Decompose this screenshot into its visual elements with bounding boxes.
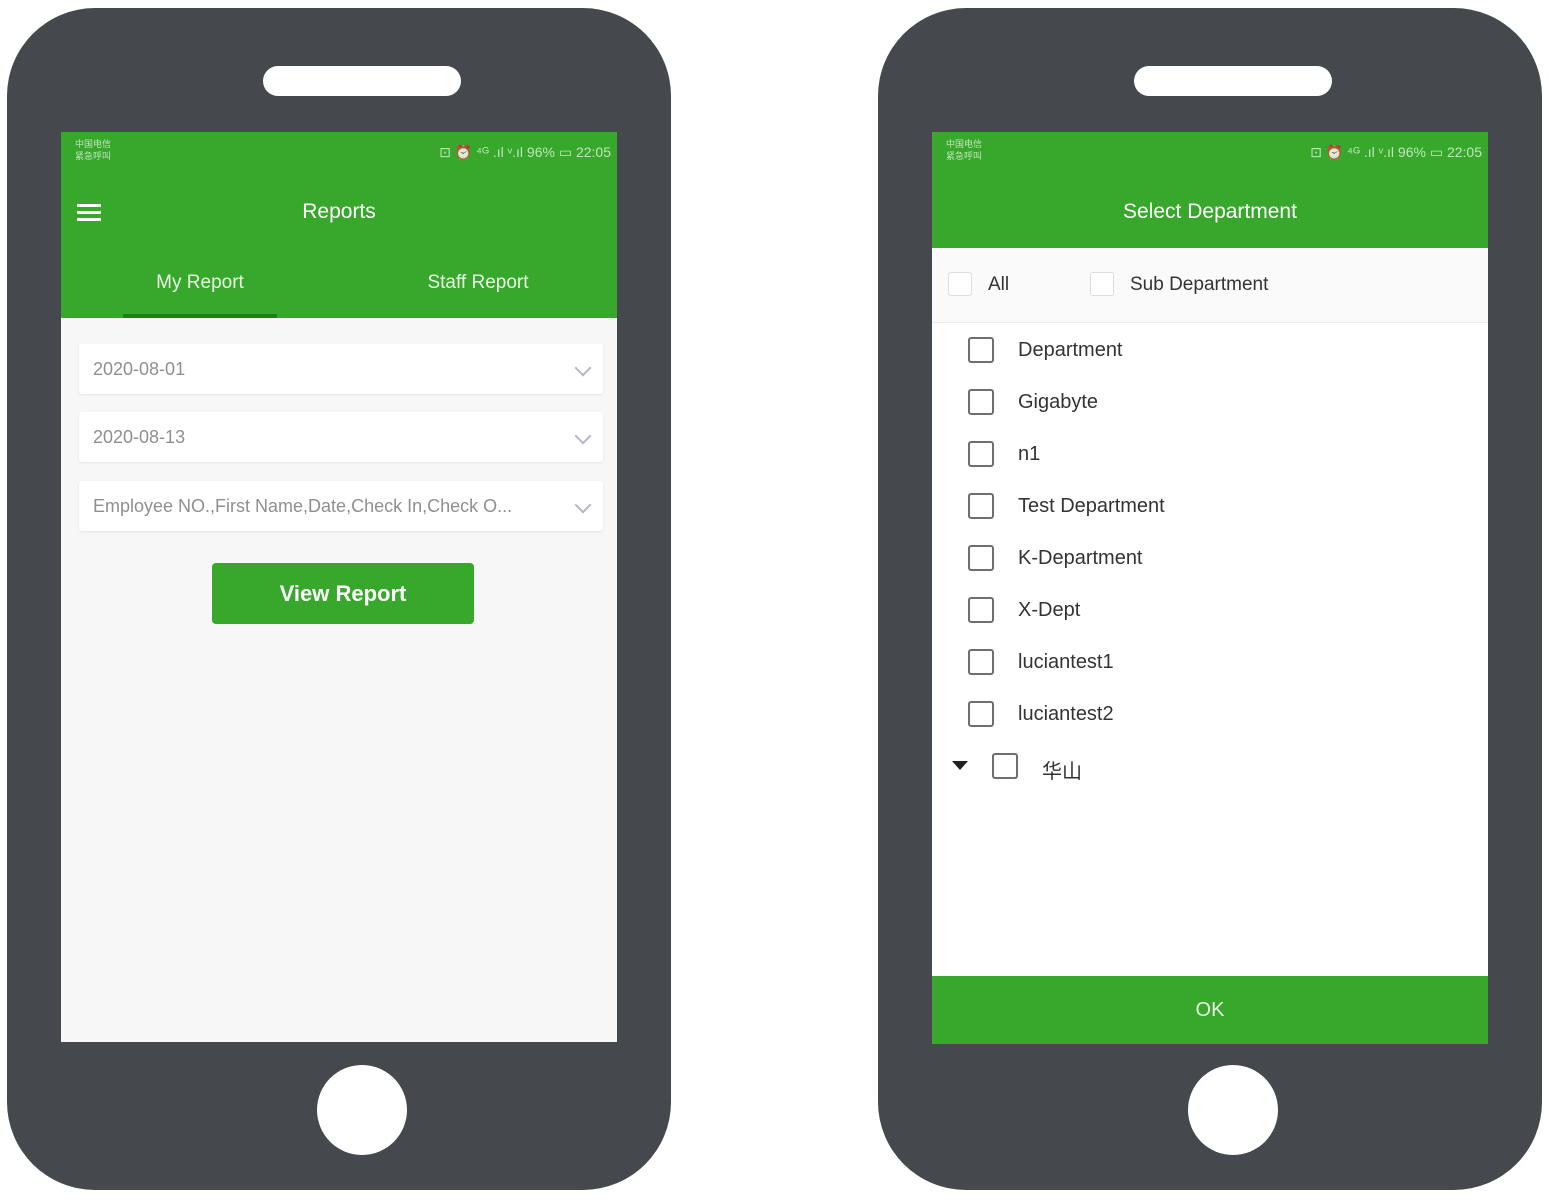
carrier-line2: 紧急呼叫 [75,151,112,161]
carrier-line1: 中国电信 [946,139,983,149]
ok-button[interactable]: OK [932,976,1488,1044]
department-label: luciantest2 [1018,703,1114,725]
status-bar: 中国电信 紧急呼叫 ⊡ ⏰ ⁴ᴳ .ıl ᵛ.ıl 96% ▭ 22:05 [932,132,1488,178]
app-bar: Select Department [932,178,1488,248]
chevron-down-icon [574,427,592,445]
speaker-slot [1134,66,1332,96]
page-title: Select Department [1123,200,1297,223]
chevron-down-icon [574,496,592,514]
checkbox[interactable] [968,545,994,571]
department-label: Test Department [1018,495,1165,517]
home-button[interactable] [1188,1065,1278,1155]
all-checkbox[interactable] [948,272,972,296]
report-tabs: My Report Staff Report [61,248,617,318]
checkbox[interactable] [968,337,994,363]
start-date-select[interactable]: 2020-08-01 [79,344,603,394]
list-item[interactable]: 华山 [932,748,1232,788]
app-bar: Reports [61,178,617,248]
checkbox[interactable] [968,441,994,467]
speaker-slot [263,66,461,96]
columns-select[interactable]: Employee NO.,First Name,Date,Check In,Ch… [79,481,603,531]
department-label: K-Department [1018,547,1143,569]
department-label: 华山 [1042,761,1082,783]
select-department-screen: 中国电信 紧急呼叫 ⊡ ⏰ ⁴ᴳ .ıl ᵛ.ıl 96% ▭ 22:05 Se… [932,132,1488,1044]
end-date-value: 2020-08-13 [93,427,186,447]
department-label: n1 [1018,443,1041,465]
sub-department-label: Sub Department [1130,274,1269,295]
checkbox[interactable] [968,701,994,727]
department-label: X-Dept [1018,599,1081,621]
carrier-info: 中国电信 紧急呼叫 [946,138,982,162]
chevron-down-icon [574,359,592,377]
home-button[interactable] [317,1065,407,1155]
checkbox[interactable] [968,493,994,519]
sub-department-checkbox[interactable] [1090,272,1114,296]
phone-frame-left: 中国电信 紧急呼叫 ⊡ ⏰ ⁴ᴳ .ıl ᵛ.ıl 96% ▭ 22:05 Re… [7,8,671,1190]
checkbox[interactable] [968,597,994,623]
carrier-line1: 中国电信 [75,139,112,149]
department-label: Department [1018,339,1123,361]
department-label: Gigabyte [1018,391,1099,413]
checkbox[interactable] [992,753,1018,779]
phone-frame-right: 中国电信 紧急呼叫 ⊡ ⏰ ⁴ᴳ .ıl ᵛ.ıl 96% ▭ 22:05 Se… [878,8,1542,1190]
tab-my-report[interactable]: My Report [61,248,339,318]
columns-value: Employee NO.,First Name,Date,Check In,Ch… [93,496,513,516]
checkbox[interactable] [968,389,994,415]
tab-staff-report[interactable]: Staff Report [339,248,617,318]
status-icons: ⊡ ⏰ ⁴ᴳ .ıl ᵛ.ıl 96% ▭ 22:05 [1310,144,1482,160]
status-icons: ⊡ ⏰ ⁴ᴳ .ıl ᵛ.ıl 96% ▭ 22:05 [439,144,611,160]
status-bar: 中国电信 紧急呼叫 ⊡ ⏰ ⁴ᴳ .ıl ᵛ.ıl 96% ▭ 22:05 [61,132,617,178]
carrier-line2: 紧急呼叫 [946,151,983,161]
department-label: luciantest1 [1018,651,1114,673]
view-report-button[interactable]: View Report [212,563,474,624]
start-date-value: 2020-08-01 [93,359,186,379]
filter-row: All Sub Department [932,248,1488,323]
expand-triangle-icon[interactable] [952,761,968,770]
checkbox[interactable] [968,649,994,675]
reports-screen: 中国电信 紧急呼叫 ⊡ ⏰ ⁴ᴳ .ıl ᵛ.ıl 96% ▭ 22:05 Re… [61,132,617,1042]
carrier-info: 中国电信 紧急呼叫 [75,138,111,162]
all-label: All [988,274,1010,295]
end-date-select[interactable]: 2020-08-13 [79,412,603,462]
page-title: Reports [302,200,376,223]
